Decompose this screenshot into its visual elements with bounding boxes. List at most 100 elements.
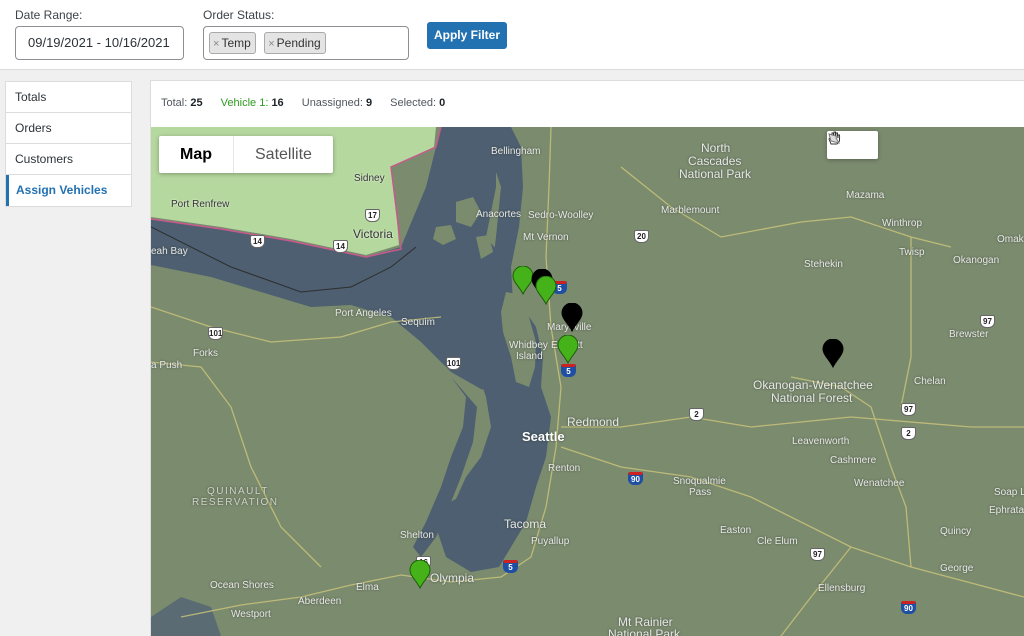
place-shelton: Shelton <box>400 530 434 541</box>
stat-total-label: Total: <box>161 97 188 109</box>
place-olympia: Olympia <box>430 571 475 585</box>
place-whidbey-1: Whidbey <box>509 340 548 351</box>
place-renton: Renton <box>548 463 581 474</box>
chip-remove-icon[interactable]: × <box>213 38 219 50</box>
stat-unassigned: Unassigned: 9 <box>302 97 372 109</box>
place-sequim: Sequim <box>401 317 435 328</box>
chip-label: Pending <box>276 36 321 50</box>
stats-bar: Total: 25 Vehicle 1: 16 Unassigned: 9 Se… <box>161 97 460 109</box>
stat-selected: Selected: 0 <box>390 97 445 109</box>
place-snoqualmie-2: Pass <box>689 487 712 498</box>
shield-20: 20 <box>634 230 649 243</box>
place-snoqualmie-1: Snoqualmie <box>673 476 726 487</box>
side-item-orders[interactable]: Orders <box>6 113 131 144</box>
side-item-assign-vehicles[interactable]: Assign Vehicles <box>6 175 131 206</box>
stat-vehicle[interactable]: Vehicle 1: 16 <box>221 97 284 109</box>
shield-90b: 90 <box>901 601 916 614</box>
shield-97a: 97 <box>980 315 995 328</box>
order-status-select[interactable]: × Temp × Pending <box>203 26 409 60</box>
place-leavenworth: Leavenworth <box>792 436 850 447</box>
side-item-customers[interactable]: Customers <box>6 144 131 175</box>
place-okanogan-nf-2: National Forest <box>771 391 853 405</box>
place-la-push: a Push <box>151 360 183 371</box>
map-canvas[interactable]: Bellingham North Cascades National Park … <box>151 127 1024 636</box>
shield-17: 17 <box>365 209 380 222</box>
place-north-cascades-1: North <box>701 141 731 155</box>
status-chip-pending[interactable]: × Pending <box>264 32 326 54</box>
place-chelan: Chelan <box>914 376 946 387</box>
place-twisp: Twisp <box>899 247 925 258</box>
place-aberdeen: Aberdeen <box>298 596 342 607</box>
place-seattle: Seattle <box>522 429 565 444</box>
stat-total: Total: 25 <box>161 97 203 109</box>
shield-101b: 101 <box>446 357 461 370</box>
place-neah-bay: eah Bay <box>151 246 188 257</box>
place-redmond: Redmond <box>567 415 620 429</box>
place-tacoma: Tacoma <box>504 517 547 531</box>
place-ocean-shores: Ocean Shores <box>210 580 274 591</box>
stat-total-value: 25 <box>190 97 203 109</box>
place-marblemount: Marblemount <box>661 205 720 216</box>
place-quincy: Quincy <box>940 526 972 537</box>
shield-2b: 2 <box>901 427 916 440</box>
side-item-totals[interactable]: Totals <box>6 82 131 113</box>
place-mazama: Mazama <box>846 190 885 201</box>
map-base <box>151 127 1024 636</box>
place-anacortes: Anacortes <box>476 209 522 220</box>
place-victoria: Victoria <box>353 227 393 241</box>
drawing-tools <box>827 131 878 159</box>
place-forks: Forks <box>193 348 218 359</box>
place-port-renfrew: Port Renfrew <box>171 199 230 210</box>
place-stehekin: Stehekin <box>804 259 843 270</box>
place-mt-rainier-2: National Park <box>608 627 681 636</box>
apply-filter-button[interactable]: Apply Filter <box>427 22 507 49</box>
place-cashmere: Cashmere <box>830 455 877 466</box>
stat-vehicle-value: 16 <box>271 97 284 109</box>
place-ephrata: Ephrata <box>989 505 1024 516</box>
shield-90a: 90 <box>628 472 643 485</box>
place-bellingham: Bellingham <box>491 146 541 157</box>
place-winthrop: Winthrop <box>882 218 923 229</box>
shield-14b: 14 <box>333 240 348 253</box>
shield-101a: 101 <box>208 327 223 340</box>
place-port-angeles: Port Angeles <box>335 308 392 319</box>
stat-selected-label: Selected: <box>390 97 437 109</box>
status-chip-temp[interactable]: × Temp <box>209 32 256 54</box>
map-type-satellite-button[interactable]: Satellite <box>234 136 333 173</box>
place-wenatchee: Wenatchee <box>854 478 905 489</box>
date-range-input[interactable]: 09/19/2021 - 10/16/2021 <box>15 26 184 60</box>
filter-bar: Date Range: 09/19/2021 - 10/16/2021 Orde… <box>0 0 1024 70</box>
place-quinault-2: RESERVATION <box>192 497 279 508</box>
place-sedro-woolley: Sedro-Woolley <box>528 210 594 221</box>
place-omak: Omak <box>997 234 1024 245</box>
stat-unassigned-value: 9 <box>365 97 373 109</box>
shield-5c: 5 <box>503 560 518 573</box>
place-george: George <box>940 563 974 574</box>
place-brewster: Brewster <box>949 329 989 340</box>
order-status-label: Order Status: <box>203 8 275 22</box>
place-soap-lake: Soap L <box>994 487 1024 498</box>
place-puyallup: Puyallup <box>531 536 570 547</box>
chip-label: Temp <box>221 36 251 50</box>
shield-97b: 97 <box>901 403 916 416</box>
stat-unassigned-label: Unassigned: <box>301 97 363 109</box>
chip-remove-icon[interactable]: × <box>268 38 274 50</box>
place-okanogan: Okanogan <box>953 255 1000 266</box>
shield-2a: 2 <box>689 408 704 421</box>
stat-selected-value: 0 <box>439 97 446 109</box>
shield-14a: 14 <box>250 235 265 248</box>
place-north-cascades-2: Cascades <box>688 154 742 168</box>
map-type-control: Map Satellite <box>159 136 333 173</box>
place-okanogan-nf-1: Okanogan-Wenatchee <box>753 378 873 392</box>
shield-5b: 5 <box>561 364 576 377</box>
place-easton: Easton <box>720 525 752 536</box>
side-menu: Totals Orders Customers Assign Vehicles <box>5 81 132 207</box>
place-whidbey-2: Island <box>516 351 543 362</box>
shield-97c: 97 <box>810 548 825 561</box>
polygon-icon[interactable] <box>828 131 877 159</box>
place-quinault-1: QUINAULT <box>207 486 269 497</box>
map-type-map-button[interactable]: Map <box>159 136 234 173</box>
place-ellensburg: Ellensburg <box>818 583 866 594</box>
place-sidney: Sidney <box>354 173 385 184</box>
date-range-label: Date Range: <box>15 8 83 22</box>
